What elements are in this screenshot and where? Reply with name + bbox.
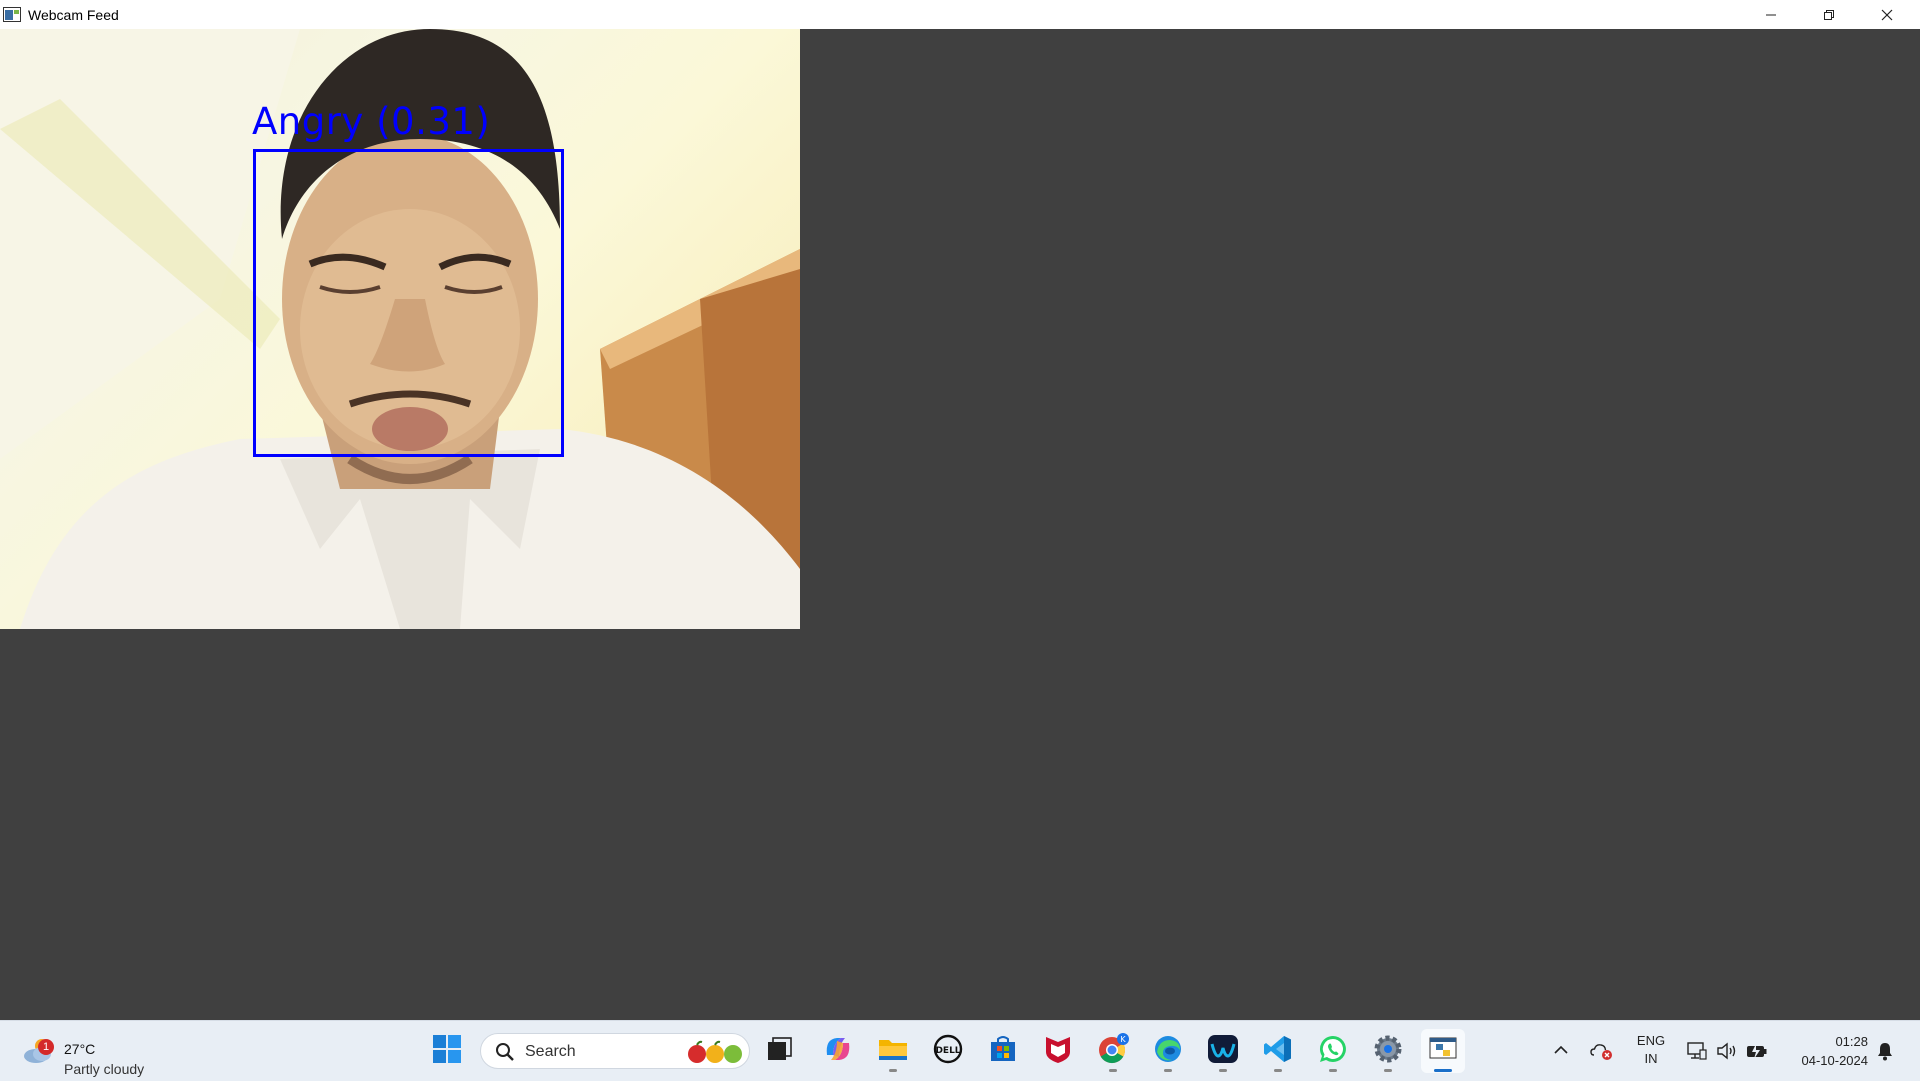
vscode-icon (1263, 1034, 1293, 1069)
language-region: IN (1644, 1051, 1658, 1066)
app-icon (3, 7, 21, 22)
microsoft-store-icon (988, 1034, 1018, 1069)
task-view-button[interactable] (758, 1029, 802, 1073)
minimize-button[interactable] (1742, 0, 1800, 29)
file-explorer-button[interactable] (871, 1029, 915, 1073)
task-view-icon (767, 1036, 793, 1066)
svg-text:DELL: DELL (935, 1046, 960, 1056)
restore-icon (1823, 9, 1835, 21)
window-title: Webcam Feed (28, 7, 119, 23)
whatsapp-button[interactable] (1311, 1029, 1355, 1073)
restore-button[interactable] (1800, 0, 1858, 29)
weather-temperature: 27°C (64, 1041, 96, 1057)
webcam-feed: Angry (0.31) (0, 29, 800, 629)
copilot-button[interactable] (816, 1029, 860, 1073)
system-clock[interactable]: 01:28 04-10-2024 (1780, 1032, 1869, 1070)
minimize-icon (1765, 9, 1777, 21)
running-indicator (1329, 1069, 1337, 1072)
search-icon (495, 1042, 515, 1067)
webex-icon (1207, 1034, 1239, 1069)
dell-app-button[interactable]: DELL (926, 1029, 970, 1073)
close-button[interactable] (1858, 0, 1916, 29)
clock-time: 01:28 (1835, 1034, 1868, 1049)
start-button[interactable] (425, 1029, 469, 1073)
clock-date: 04-10-2024 (1801, 1053, 1869, 1068)
running-indicator (1164, 1069, 1172, 1072)
settings-icon (1373, 1034, 1403, 1069)
svg-text:K: K (1120, 1035, 1126, 1044)
taskbar: 1 27°C Partly cloudy Search DELL K ENG I… (0, 1020, 1920, 1081)
running-indicator (1384, 1069, 1392, 1072)
vscode-button[interactable] (1256, 1029, 1300, 1073)
show-hidden-icons-chevron-icon[interactable] (1553, 1042, 1569, 1063)
search-placeholder: Search (525, 1043, 576, 1060)
copilot-icon (823, 1035, 853, 1068)
weather-notification-badge: 1 (38, 1039, 54, 1055)
face-detection-box (253, 149, 564, 457)
microsoft-store-button[interactable] (981, 1029, 1025, 1073)
language-code: ENG (1636, 1033, 1666, 1048)
webex-button[interactable] (1201, 1029, 1245, 1073)
weather-condition: Partly cloudy (64, 1061, 145, 1077)
volume-icon[interactable] (1716, 1041, 1738, 1066)
close-icon (1881, 9, 1893, 21)
active-indicator (1434, 1069, 1452, 1072)
file-explorer-icon (878, 1036, 908, 1067)
python-app-button[interactable] (1421, 1029, 1465, 1073)
edge-icon (1153, 1034, 1183, 1069)
taskbar-search-box[interactable]: Search (480, 1033, 750, 1069)
running-indicator (889, 1069, 897, 1072)
running-indicator (1219, 1069, 1227, 1072)
edge-button[interactable] (1146, 1029, 1190, 1073)
windows-start-icon (433, 1034, 461, 1068)
battery-charging-icon[interactable] (1746, 1041, 1768, 1066)
running-indicator (1109, 1069, 1117, 1072)
notification-bell-icon[interactable] (1876, 1041, 1894, 1066)
title-bar: Webcam Feed (0, 0, 1920, 29)
weather-widget[interactable]: 1 27°C Partly cloudy (22, 1031, 172, 1077)
python-app-icon (1428, 1034, 1458, 1069)
mcafee-button[interactable] (1036, 1029, 1080, 1073)
running-indicator (1274, 1069, 1282, 1072)
chrome-button[interactable]: K (1091, 1029, 1135, 1073)
network-icon[interactable] (1686, 1041, 1708, 1066)
dell-icon: DELL (933, 1034, 963, 1069)
emotion-label: Angry (0.31) (252, 100, 491, 143)
whatsapp-icon (1317, 1033, 1349, 1070)
onedrive-error-icon[interactable] (1590, 1041, 1614, 1066)
input-language-indicator[interactable]: ENG IN (1636, 1032, 1666, 1068)
search-highlight-fruit-icon (685, 1040, 747, 1069)
mcafee-icon (1044, 1034, 1072, 1069)
settings-button[interactable] (1366, 1029, 1410, 1073)
chrome-icon: K (1097, 1032, 1129, 1070)
